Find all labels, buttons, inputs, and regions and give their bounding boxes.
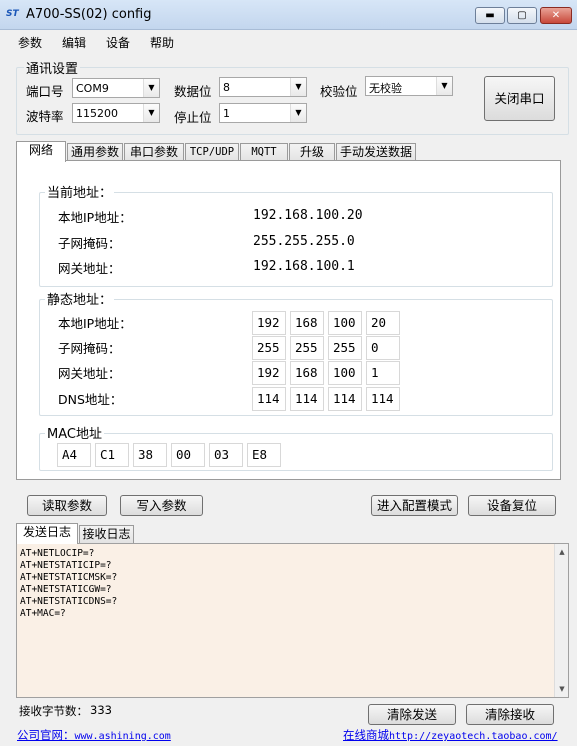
- current-mask-value: 255.255.255.0: [253, 234, 355, 249]
- mac-byte-3[interactable]: 38: [133, 443, 167, 467]
- company-site-url: www.ashining.com: [74, 731, 171, 742]
- static-ip-octet-4[interactable]: 20: [366, 311, 400, 335]
- current-mask-label: 子网掩码：: [58, 236, 121, 251]
- mac-byte-1[interactable]: A4: [57, 443, 91, 467]
- static-gw-label: 网关地址：: [58, 366, 121, 381]
- static-mask-octet-3[interactable]: 255: [328, 336, 362, 360]
- static-ip-label: 本地IP地址：: [58, 316, 132, 331]
- tab-recv-log[interactable]: 接收日志: [79, 525, 134, 544]
- static-mask-octet-4[interactable]: 0: [366, 336, 400, 360]
- static-gw-octet-1[interactable]: 192: [252, 361, 286, 385]
- comm-settings-title: 通讯设置: [24, 58, 81, 77]
- log-line: AT+NETSTATICIP=?: [20, 560, 112, 571]
- company-site-link[interactable]: 公司官网：www.ashining.com: [17, 727, 171, 743]
- read-params-button[interactable]: 读取参数: [27, 495, 107, 516]
- title-bar: ST A700-SS(02) config ▬ ▢ ✕: [0, 0, 577, 30]
- static-ip-octet-2[interactable]: 168: [290, 311, 324, 335]
- recv-bytes-count: 333: [90, 703, 112, 717]
- log-line: AT+NETSTATICDNS=?: [20, 596, 118, 607]
- company-site-label: 公司官网：: [17, 728, 75, 742]
- stopbits-select[interactable]: 1 ▼: [219, 103, 307, 123]
- chevron-down-icon: ▼: [436, 77, 452, 95]
- mac-byte-5[interactable]: 03: [209, 443, 243, 467]
- chevron-down-icon: ▼: [290, 104, 306, 122]
- mac-byte-6[interactable]: E8: [247, 443, 281, 467]
- log-line: AT+NETSTATICGW=?: [20, 584, 112, 595]
- static-dns-octet-2[interactable]: 114: [290, 387, 324, 411]
- baud-label: 波特率: [26, 109, 64, 124]
- stopbits-label: 停止位: [174, 110, 212, 125]
- log-line: AT+MAC=?: [20, 608, 66, 619]
- stopbits-value: 1: [223, 107, 230, 120]
- scroll-down-icon[interactable]: ▼: [556, 683, 568, 695]
- menu-edit[interactable]: 编辑: [62, 34, 86, 51]
- databits-select[interactable]: 8 ▼: [219, 77, 307, 97]
- tab-send-log[interactable]: 发送日志: [16, 523, 78, 544]
- online-shop-label: 在线商城: [343, 728, 389, 742]
- log-line: AT+NETLOCIP=?: [20, 548, 95, 559]
- current-gw-value: 192.168.100.1: [253, 259, 355, 274]
- send-log-textarea[interactable]: AT+NETLOCIP=? AT+NETSTATICIP=? AT+NETSTA…: [16, 543, 569, 698]
- databits-label: 数据位: [174, 84, 212, 99]
- chevron-down-icon: ▼: [290, 78, 306, 96]
- log-scrollbar[interactable]: ▲ ▼: [554, 544, 568, 697]
- recv-bytes-label: 接收字节数：: [19, 704, 88, 718]
- menu-bar: 参数 编辑 设备 帮助: [0, 30, 577, 52]
- baud-value: 115200: [76, 107, 118, 120]
- app-logo-icon: ST: [6, 9, 19, 19]
- parity-label: 校验位: [320, 84, 358, 99]
- mac-byte-2[interactable]: C1: [95, 443, 129, 467]
- write-params-button[interactable]: 写入参数: [120, 495, 203, 516]
- device-reset-button[interactable]: 设备复位: [468, 495, 556, 516]
- clear-send-button[interactable]: 清除发送: [368, 704, 456, 725]
- log-line: AT+NETSTATICMSK=?: [20, 572, 118, 583]
- minimize-button[interactable]: ▬: [475, 7, 505, 24]
- port-label: 端口号: [26, 84, 64, 99]
- scroll-up-icon[interactable]: ▲: [556, 546, 568, 558]
- maximize-button[interactable]: ▢: [507, 7, 537, 24]
- close-port-button[interactable]: 关闭串口: [484, 76, 555, 121]
- parity-select[interactable]: 无校验 ▼: [365, 76, 453, 96]
- static-mask-octet-2[interactable]: 255: [290, 336, 324, 360]
- static-mask-label: 子网掩码：: [58, 341, 121, 356]
- current-address-title: 当前地址：: [45, 182, 115, 201]
- window-title: A700-SS(02) config: [26, 7, 152, 22]
- chevron-down-icon: ▼: [143, 79, 159, 97]
- network-tab-panel: 当前地址： 本地IP地址： 192.168.100.20 子网掩码： 255.2…: [16, 160, 561, 480]
- parity-value: 无校验: [369, 82, 402, 95]
- static-gw-octet-4[interactable]: 1: [366, 361, 400, 385]
- menu-help[interactable]: 帮助: [150, 34, 174, 51]
- static-gw-octet-3[interactable]: 100: [328, 361, 362, 385]
- menu-params[interactable]: 参数: [18, 34, 42, 51]
- static-mask-octet-1[interactable]: 255: [252, 336, 286, 360]
- static-address-title: 静态地址：: [45, 289, 115, 308]
- close-window-button[interactable]: ✕: [540, 7, 572, 24]
- mac-byte-4[interactable]: 00: [171, 443, 205, 467]
- online-shop-url: http://zeyaotech.taobao.com/: [389, 731, 558, 742]
- static-dns-octet-3[interactable]: 114: [328, 387, 362, 411]
- current-ip-value: 192.168.100.20: [253, 208, 363, 223]
- clear-recv-button[interactable]: 清除接收: [466, 704, 554, 725]
- static-dns-octet-4[interactable]: 114: [366, 387, 400, 411]
- current-ip-label: 本地IP地址：: [58, 210, 132, 225]
- port-select[interactable]: COM9 ▼: [72, 78, 160, 98]
- databits-value: 8: [223, 81, 230, 94]
- chevron-down-icon: ▼: [143, 104, 159, 122]
- static-ip-octet-1[interactable]: 192: [252, 311, 286, 335]
- static-gw-octet-2[interactable]: 168: [290, 361, 324, 385]
- static-dns-octet-1[interactable]: 114: [252, 387, 286, 411]
- baud-select[interactable]: 115200 ▼: [72, 103, 160, 123]
- menu-device[interactable]: 设备: [106, 34, 130, 51]
- port-value: COM9: [76, 82, 109, 95]
- tab-network[interactable]: 网络: [16, 141, 66, 162]
- online-shop-link[interactable]: 在线商城http://zeyaotech.taobao.com/: [343, 727, 558, 743]
- current-gw-label: 网关地址：: [58, 261, 121, 276]
- static-dns-label: DNS地址：: [58, 392, 123, 407]
- mac-address-title: MAC地址: [45, 423, 104, 442]
- static-ip-octet-3[interactable]: 100: [328, 311, 362, 335]
- enter-config-mode-button[interactable]: 进入配置模式: [371, 495, 458, 516]
